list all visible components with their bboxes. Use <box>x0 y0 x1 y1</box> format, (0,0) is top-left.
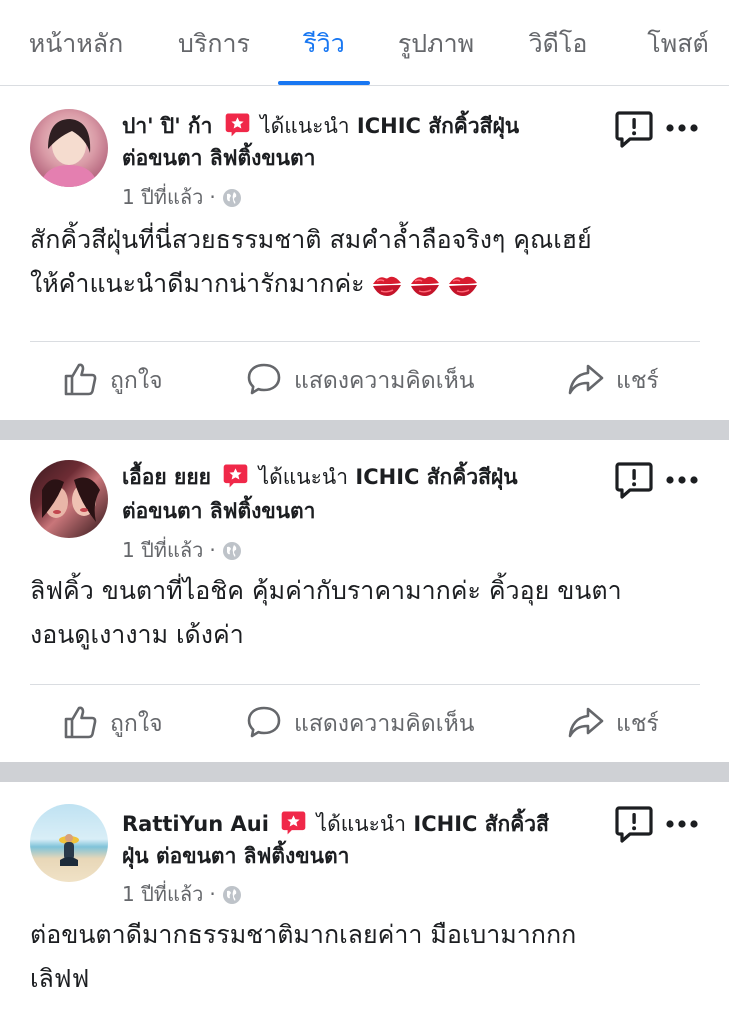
recommend-icon <box>222 462 249 489</box>
page-name-continued[interactable]: ต่อขนตา ลิฟติ้งขนตา <box>122 142 577 174</box>
tab-videos[interactable]: วิดีโอ <box>522 24 594 64</box>
author-name[interactable]: เอื้อย ยยย <box>122 465 211 489</box>
like-button[interactable]: ถูกใจ <box>62 704 163 742</box>
post-meta: 1 ปีที่แล้ว · <box>122 534 242 566</box>
like-button[interactable]: ถูกใจ <box>62 361 163 399</box>
avatar[interactable] <box>30 460 108 538</box>
review-text-line1: ต่อขนตาดีมากธรรมชาติมากเลยค่าา มือเบามาก… <box>30 920 577 949</box>
kiss-mark-icon <box>371 272 403 298</box>
post-header-line1: เอื้อย ยยย ได้แนะนำ ICHIC สักคิ้วสีฝุ่น <box>122 461 577 493</box>
post-separator <box>0 762 729 782</box>
globe-icon <box>222 188 242 208</box>
recommend-text: ได้แนะนำ <box>316 812 407 836</box>
post-header-line1: RattiYun Aui ได้แนะนำ ICHIC สักคิ้วสี <box>122 808 577 840</box>
review-text-line2: ให้คำแนะนำดีมากน่ารักมากค่ะ <box>30 262 710 306</box>
review-text-line2: เลิฟฟ <box>30 964 90 993</box>
page-name-continued[interactable]: ฝุ่น ต่อขนตา ลิฟติ้งขนตา <box>122 840 577 872</box>
page-name[interactable]: ICHIC สักคิ้วสีฝุ่น <box>355 465 517 489</box>
comment-icon <box>246 704 282 740</box>
comment-button[interactable]: แสดงความคิดเห็น <box>246 704 474 742</box>
globe-icon <box>222 541 242 561</box>
page-name[interactable]: ICHIC สักคิ้วสี <box>413 812 549 836</box>
active-tab-indicator <box>278 81 370 85</box>
recommend-icon <box>224 111 251 138</box>
report-icon[interactable] <box>614 110 654 150</box>
report-icon[interactable] <box>614 461 654 501</box>
post-time[interactable]: 1 ปีที่แล้ว <box>122 882 203 906</box>
globe-icon <box>222 885 242 905</box>
review-text: สักคิ้วสีฝุ่นที่นี่สวยธรรมชาติ สมคำล้ำลื… <box>30 218 710 306</box>
divider <box>30 684 700 685</box>
review-post: เอื้อย ยยย ได้แนะนำ ICHIC สักคิ้วสีฝุ่น … <box>0 440 729 762</box>
review-text-line2: งอนดูเงางาม เด้งค่า <box>30 620 244 649</box>
more-options-icon[interactable] <box>665 475 699 485</box>
like-icon <box>62 361 98 397</box>
kiss-mark-icon <box>447 272 479 298</box>
kiss-mark-icon <box>409 272 441 298</box>
review-text-line1: ลิฟคิ้ว ขนตาที่ไอชิค คุ้มค่ากับราคามากค่… <box>30 576 622 605</box>
page-tabs: หน้าหลัก บริการ รีวิว รูปภาพ วิดีโอ โพสต… <box>0 0 729 86</box>
page-name[interactable]: ICHIC สักคิ้วสีฝุ่น <box>357 114 519 138</box>
post-meta: 1 ปีที่แล้ว · <box>122 878 242 910</box>
post-separator <box>0 420 729 440</box>
avatar[interactable] <box>30 804 108 882</box>
review-text: ลิฟคิ้ว ขนตาที่ไอชิค คุ้มค่ากับราคามากค่… <box>30 569 710 657</box>
comment-button[interactable]: แสดงความคิดเห็น <box>246 361 474 399</box>
tab-photos[interactable]: รูปภาพ <box>388 24 484 64</box>
tab-home[interactable]: หน้าหลัก <box>22 24 130 64</box>
comment-icon <box>246 361 282 397</box>
post-time[interactable]: 1 ปีที่แล้ว <box>122 538 203 562</box>
share-icon <box>568 361 604 397</box>
post-meta: 1 ปีที่แล้ว · <box>122 181 242 213</box>
page-name-continued[interactable]: ต่อขนตา ลิฟติ้งขนตา <box>122 495 577 527</box>
review-post: RattiYun Aui ได้แนะนำ ICHIC สักคิ้วสี ฝุ… <box>0 782 729 1024</box>
share-icon <box>568 704 604 740</box>
tab-services[interactable]: บริการ <box>168 24 260 64</box>
review-text: ต่อขนตาดีมากธรรมชาติมากเลยค่าา มือเบามาก… <box>30 913 710 1001</box>
share-button[interactable]: แชร์ <box>568 361 659 399</box>
like-icon <box>62 704 98 740</box>
review-text-line1: สักคิ้วสีฝุ่นที่นี่สวยธรรมชาติ สมคำล้ำลื… <box>30 225 592 254</box>
more-options-icon[interactable] <box>665 123 699 133</box>
share-button[interactable]: แชร์ <box>568 704 659 742</box>
tab-posts[interactable]: โพสต์ <box>638 24 718 64</box>
author-name[interactable]: ปา' ปิ' ก้า <box>122 114 212 138</box>
avatar[interactable] <box>30 109 108 187</box>
recommend-text: ได้แนะนำ <box>258 465 349 489</box>
divider <box>30 341 700 342</box>
post-header-line1: ปา' ปิ' ก้า ได้แนะนำ ICHIC สักคิ้วสีฝุ่น <box>122 110 577 142</box>
recommend-text: ได้แนะนำ <box>260 114 350 138</box>
review-post: ปา' ปิ' ก้า ได้แนะนำ ICHIC สักคิ้วสีฝุ่น… <box>0 86 729 420</box>
post-time[interactable]: 1 ปีที่แล้ว <box>122 185 203 209</box>
more-options-icon[interactable] <box>665 819 699 829</box>
report-icon[interactable] <box>614 805 654 845</box>
recommend-icon <box>280 809 307 836</box>
tab-reviews[interactable]: รีวิว <box>286 24 362 64</box>
author-name[interactable]: RattiYun Aui <box>122 812 269 836</box>
